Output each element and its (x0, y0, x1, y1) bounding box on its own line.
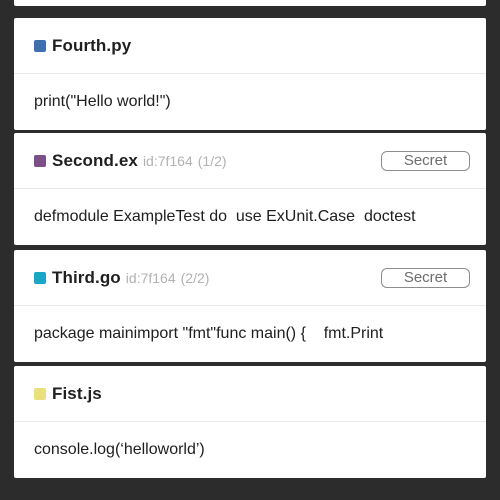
snippet-id: id:7f164 (125, 269, 176, 286)
snippet-code-preview: print("Hello world!") (34, 93, 171, 110)
snippet-page-count: (1/2) (197, 152, 227, 169)
snippet-file-name: Second.ex (52, 150, 138, 170)
language-color-icon (34, 154, 46, 167)
previous-snippet-card[interactable] (14, 0, 486, 6)
snippet-list-screen: Fourth.py print("Hello world!") Second.e… (0, 0, 500, 500)
snippet-header: Fourth.py (14, 18, 486, 74)
language-color-icon (34, 387, 46, 400)
snippet-file-name: Third.go (52, 267, 121, 287)
snippet-code-preview: console.log(‘helloworld’) (34, 441, 205, 458)
snippet-card[interactable]: Fourth.py print("Hello world!") (14, 18, 486, 130)
secret-button[interactable]: Secret (381, 150, 470, 171)
secret-button[interactable]: Secret (381, 267, 470, 288)
snippet-header: Second.ex id:7f164 (1/2) Secret (14, 133, 486, 189)
snippet-file-name: Fourth.py (52, 35, 132, 55)
snippet-header: Third.go id:7f164 (2/2) Secret (14, 250, 486, 306)
snippet-file-name: Fist.js (52, 383, 102, 403)
snippet-card[interactable]: Second.ex id:7f164 (1/2) Secret defmodul… (14, 133, 486, 245)
snippet-code-preview: package mainimport "fmt"func main() { fm… (34, 325, 384, 342)
language-color-icon (34, 271, 46, 284)
snippet-header: Fist.js (14, 366, 486, 422)
snippet-id: id:7f164 (142, 152, 193, 169)
snippet-card[interactable]: Third.go id:7f164 (2/2) Secret package m… (14, 250, 486, 362)
snippet-code-preview: defmodule ExampleTest do use ExUnit.Case… (34, 208, 416, 225)
snippet-card[interactable]: Fist.js console.log(‘helloworld’) (14, 366, 486, 478)
snippet-page-count: (2/2) (180, 269, 210, 286)
language-color-icon (34, 39, 46, 52)
